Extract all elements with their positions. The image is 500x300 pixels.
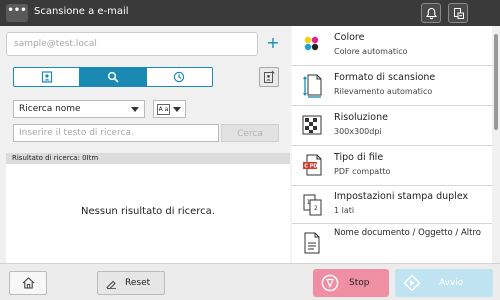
svg-text:2: 2 xyxy=(314,205,318,212)
home-icon xyxy=(22,277,35,289)
stop-label: Stop xyxy=(349,278,370,288)
setting-title: Colore xyxy=(334,32,365,43)
search-mode-select[interactable]: Ricerca nome xyxy=(13,100,145,118)
resolution-icon xyxy=(302,115,322,135)
tab-search[interactable] xyxy=(80,68,147,86)
add-destination-button[interactable]: + xyxy=(263,34,283,54)
reset-label: Reset xyxy=(125,278,151,288)
setting-title: Risoluzione xyxy=(334,112,388,123)
search-results-list: Nessun risultato di ricerca. xyxy=(6,164,290,263)
case-letters-icon: A a xyxy=(157,104,170,115)
setting-document-name[interactable]: Nome documento / Oggetto / Altro xyxy=(292,224,492,263)
menu-button[interactable]: ••• xyxy=(6,4,28,22)
setting-file-type[interactable]: C PDF Tipo di file PDF compatto xyxy=(292,146,492,186)
start-icon xyxy=(403,274,421,292)
device-status-button[interactable] xyxy=(448,3,468,23)
setting-resolution[interactable]: Risoluzione 300x300dpi xyxy=(292,106,492,146)
tab-history[interactable] xyxy=(147,68,212,86)
bell-icon xyxy=(425,7,438,20)
page-title: Scansione a e-mail xyxy=(34,6,129,17)
setting-value: Colore automatico xyxy=(334,47,408,56)
scan-size-icon xyxy=(303,74,322,98)
setting-value: Rilevamento automatico xyxy=(334,87,433,96)
no-results-message: Nessun risultato di ricerca. xyxy=(81,206,215,217)
scan-settings-panel: Colore Colore automatico Formato di scan… xyxy=(292,26,492,263)
setting-title: Impostazioni stampa duplex xyxy=(334,191,469,202)
setting-value: 1 lati xyxy=(334,206,355,215)
setting-scan-size[interactable]: Formato di scansione Rilevamento automat… xyxy=(292,66,492,106)
chevron-down-icon xyxy=(173,107,181,112)
notification-button[interactable] xyxy=(421,3,441,23)
color-dots-icon xyxy=(304,36,319,51)
pdf-file-icon: C PDF xyxy=(303,154,322,176)
search-text-field[interactable] xyxy=(13,124,219,142)
tab-address-book[interactable] xyxy=(14,68,81,86)
destination-input[interactable] xyxy=(7,33,257,55)
setting-value: PDF compatto xyxy=(334,167,391,176)
svg-text:C PDF: C PDF xyxy=(304,164,321,170)
history-clock-icon xyxy=(174,71,185,83)
svg-text:1: 1 xyxy=(307,199,311,206)
search-result-count: Risultato di ricerca: 0Itm xyxy=(6,153,290,164)
search-icon xyxy=(107,71,119,83)
bottom-bar: Reset Stop Avvio xyxy=(0,263,500,300)
device-status-icon xyxy=(454,8,464,19)
setting-title: Formato di scansione xyxy=(334,72,436,83)
home-button[interactable] xyxy=(9,271,47,295)
address-book-detail-icon xyxy=(264,70,275,83)
setting-value: 300x300dpi xyxy=(334,127,382,136)
reset-button[interactable]: Reset xyxy=(97,271,165,295)
start-button[interactable]: Avvio xyxy=(395,269,493,297)
setting-duplex[interactable]: 1 2 Impostazioni stampa duplex 1 lati xyxy=(292,186,492,224)
setting-title: Nome documento / Oggetto / Altro xyxy=(334,228,481,238)
document-name-icon xyxy=(304,232,320,254)
reset-icon xyxy=(106,280,116,289)
stop-button[interactable]: Stop xyxy=(313,269,389,297)
settings-scrollbar-thumb[interactable] xyxy=(494,34,498,130)
duplex-icon: 1 2 xyxy=(303,194,322,216)
stop-icon xyxy=(321,274,339,292)
direct-input-button[interactable] xyxy=(259,67,279,87)
setting-title: Tipo di file xyxy=(334,152,384,163)
search-button[interactable]: Cerca xyxy=(221,124,279,142)
destination-field[interactable] xyxy=(6,32,258,56)
search-input[interactable] xyxy=(14,125,218,141)
search-mode-value: Ricerca nome xyxy=(19,104,81,114)
destination-panel: + Rice xyxy=(0,26,290,263)
search-mode-tabs xyxy=(13,67,213,87)
address-book-icon xyxy=(41,71,52,83)
chevron-down-icon xyxy=(131,107,139,112)
start-label: Avvio xyxy=(439,278,464,288)
case-sensitivity-button[interactable]: A a xyxy=(153,100,186,118)
title-bar: ••• Scansione a e-mail xyxy=(0,0,500,26)
setting-color[interactable]: Colore Colore automatico xyxy=(292,26,492,66)
